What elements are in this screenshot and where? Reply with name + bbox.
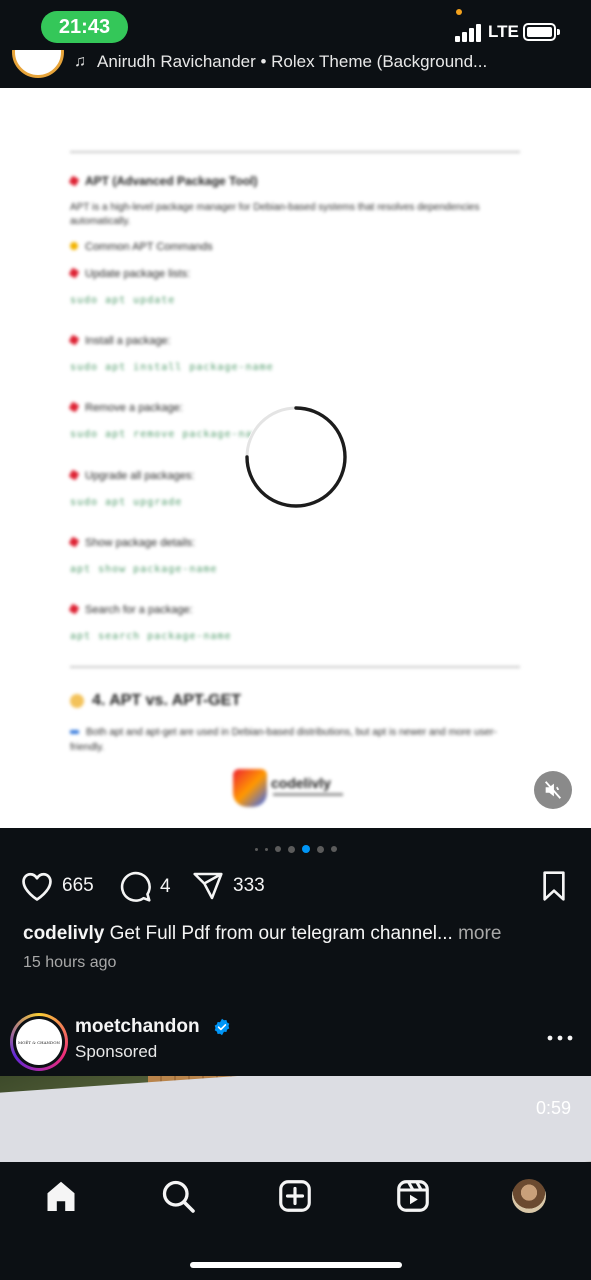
- doc-subheading: Common APT Commands: [68, 240, 213, 253]
- post-header: ♫ Anirudh Ravichander • Rolex Theme (Bac…: [0, 50, 591, 88]
- doc-section-title: 4. APT vs. APT-GET: [70, 692, 241, 710]
- battery-tip: [557, 29, 560, 35]
- camera-indicator-dot: [456, 9, 462, 15]
- cmd-code: apt search package-name: [70, 631, 232, 642]
- doc-description: APT is a high-level package manager for …: [70, 202, 480, 227]
- post-avatar[interactable]: [12, 50, 64, 78]
- save-button[interactable]: [539, 870, 569, 902]
- comment-button[interactable]: 4: [119, 870, 171, 903]
- next-post-avatar[interactable]: MOËT & CHANDON: [10, 1013, 68, 1071]
- carousel-dot: [330, 846, 337, 852]
- carousel-indicator: [0, 842, 591, 856]
- avatar-logo: MOËT & CHANDON: [16, 1019, 62, 1065]
- divider: [70, 666, 520, 668]
- home-icon[interactable]: [43, 1178, 79, 1214]
- verified-icon: [214, 1018, 230, 1036]
- profile-avatar[interactable]: [512, 1179, 546, 1213]
- next-post-media[interactable]: 0:59: [0, 1076, 591, 1162]
- battery-icon: [523, 23, 556, 41]
- status-bar: 21:43 LTE: [0, 0, 591, 56]
- post-timestamp: 15 hours ago: [23, 954, 117, 971]
- search-icon[interactable]: [160, 1178, 196, 1214]
- share-count: 333: [233, 875, 265, 896]
- doc-heading: APT (Advanced Package Tool): [68, 174, 257, 188]
- reels-icon[interactable]: [395, 1178, 431, 1214]
- cmd-label: Search for a package:: [68, 603, 193, 616]
- cmd-code: sudo apt remove package-name: [70, 429, 267, 440]
- carousel-dot: [274, 846, 281, 852]
- brand-logo: codelivly: [233, 769, 351, 807]
- share-button[interactable]: 333: [191, 870, 265, 902]
- carousel-dot: [301, 845, 310, 853]
- divider: [70, 151, 520, 153]
- post-media[interactable]: APT (Advanced Package Tool) APT is a hig…: [0, 88, 591, 828]
- carousel-dot: [287, 845, 295, 853]
- like-button[interactable]: 665: [20, 870, 94, 902]
- heart-icon: [22, 872, 52, 901]
- comment-count: 4: [160, 875, 171, 897]
- caption-text: Get Full Pdf from our telegram channel..…: [109, 923, 453, 944]
- signal-icon: [455, 24, 483, 42]
- more-icon[interactable]: [546, 1024, 574, 1052]
- next-post-username[interactable]: moetchandon: [75, 1016, 200, 1038]
- music-icon: ♫: [74, 53, 86, 70]
- carousel-dot: [254, 847, 258, 851]
- home-indicator: [190, 1262, 402, 1268]
- video-duration: 0:59: [535, 1098, 571, 1118]
- carousel-dot: [316, 845, 324, 853]
- loading-spinner: [245, 406, 347, 508]
- sponsored-label: Sponsored: [75, 1042, 158, 1061]
- carousel-dot: [264, 847, 268, 851]
- comment-icon: [120, 871, 151, 902]
- share-icon: [193, 872, 223, 900]
- post-actions: 665 4 333: [0, 866, 591, 910]
- cmd-label: Remove a package:: [68, 401, 183, 414]
- caption-more-link[interactable]: more: [458, 923, 501, 944]
- cmd-label: Install a package:: [68, 334, 171, 347]
- cmd-code: sudo apt install package-name: [70, 362, 274, 373]
- post-audio-label[interactable]: Anirudh Ravichander • Rolex Theme (Backg…: [97, 52, 517, 72]
- caption-username[interactable]: codelivly: [23, 923, 104, 944]
- cmd-label: Update package lists:: [68, 267, 190, 280]
- network-type: LTE: [488, 22, 519, 41]
- status-time[interactable]: 21:43: [41, 11, 128, 43]
- doc-section-note: Both apt and apt-get are used in Debian-…: [70, 727, 497, 753]
- mute-icon: [544, 781, 562, 799]
- cmd-label: Upgrade all packages:: [68, 469, 194, 482]
- bookmark-icon: [543, 871, 565, 901]
- cmd-code: sudo apt upgrade: [70, 497, 183, 508]
- like-count: 665: [62, 875, 94, 896]
- cmd-code: apt show package-name: [70, 564, 218, 575]
- cmd-label: Show package details:: [68, 536, 195, 549]
- post-caption: codelivly Get Full Pdf from our telegram…: [23, 922, 568, 946]
- next-post-header: MOËT & CHANDON moetchandon Sponsored: [0, 1010, 591, 1076]
- cmd-code: sudo apt update: [70, 295, 176, 306]
- mute-button[interactable]: [534, 771, 572, 809]
- create-icon[interactable]: [277, 1178, 313, 1214]
